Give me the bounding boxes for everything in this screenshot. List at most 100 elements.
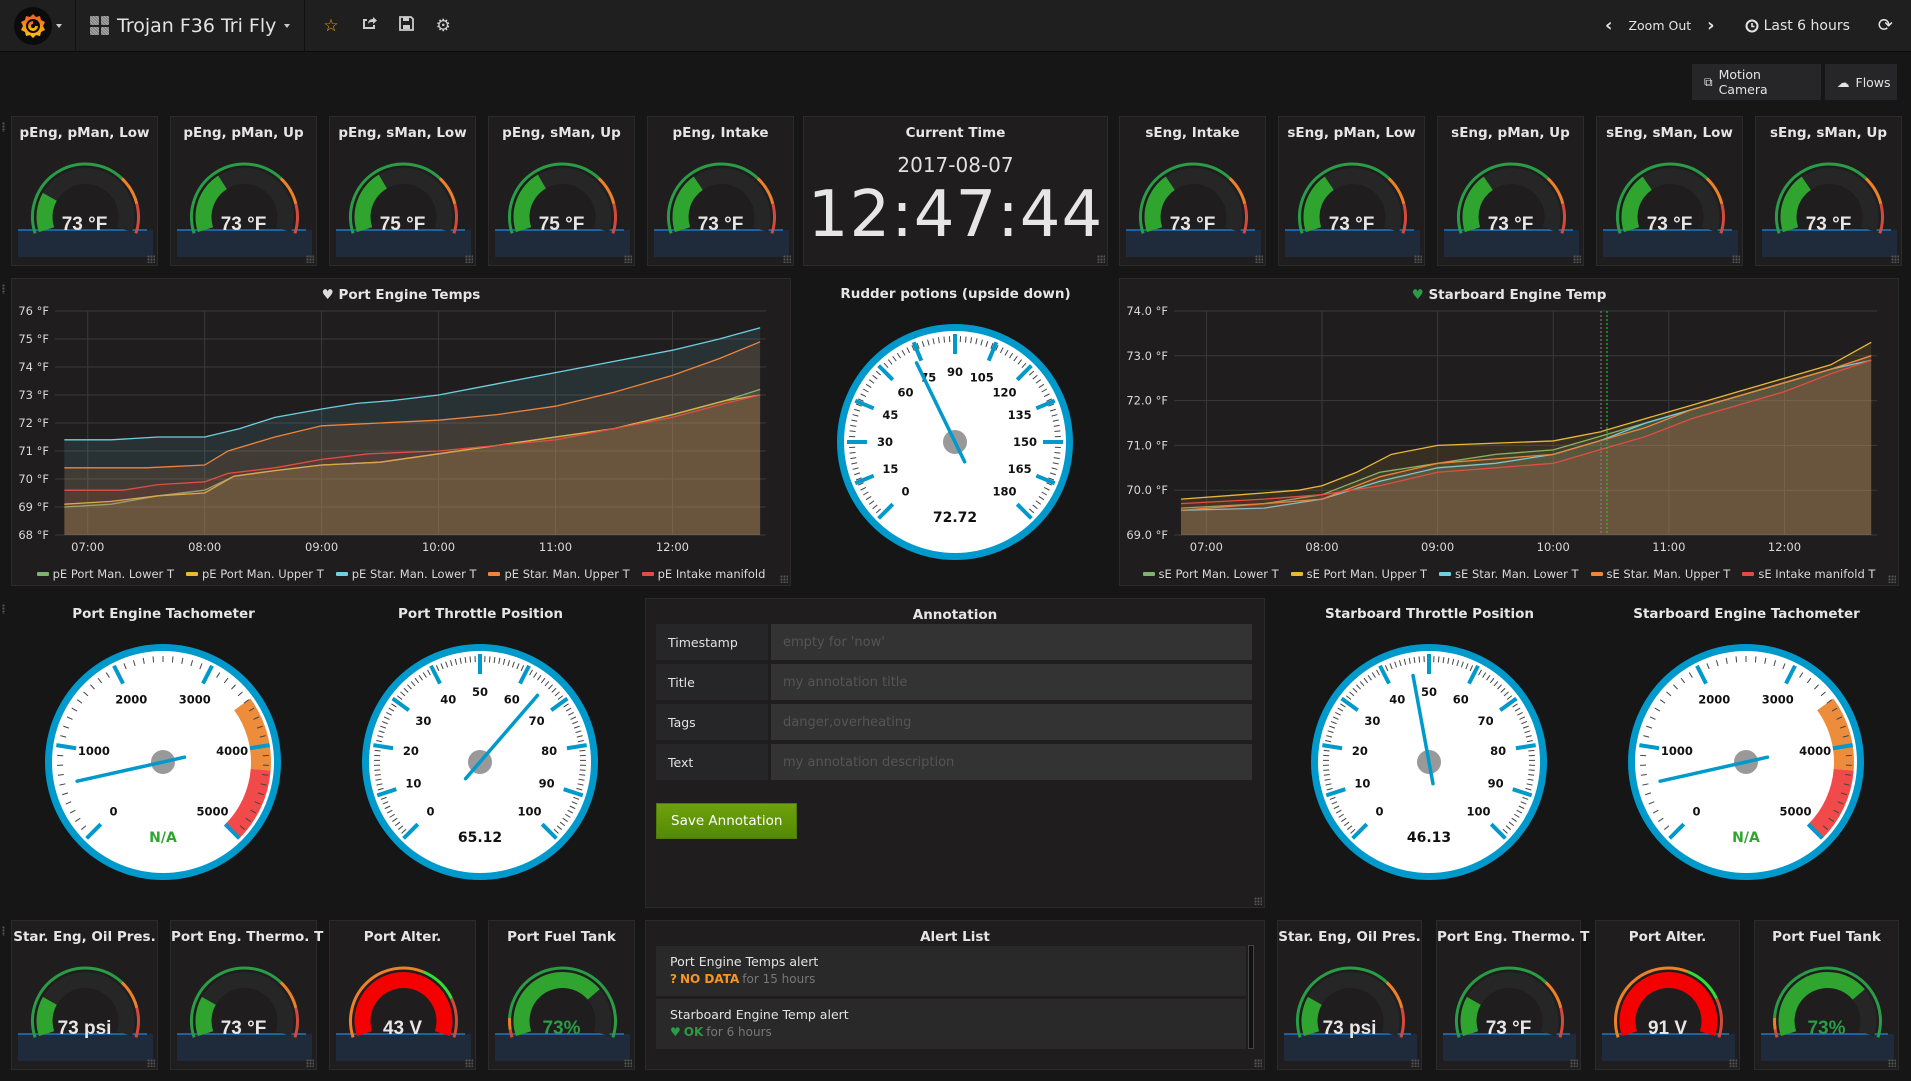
gauge-value: 73 °F xyxy=(61,214,108,235)
gauge-value: 73 °F xyxy=(220,1018,267,1039)
resize-handle[interactable] xyxy=(1888,575,1896,583)
resize-handle[interactable] xyxy=(1255,255,1263,263)
legend-item[interactable]: pE Intake manifold xyxy=(641,567,765,581)
resize-handle[interactable] xyxy=(1891,255,1899,263)
legend-item[interactable]: sE Star. Man. Lower T xyxy=(1439,567,1579,581)
panel-title: pEng, Intake xyxy=(672,125,769,141)
dashboard-title: Trojan F36 Tri Fly xyxy=(117,14,277,37)
gauge-value: 73 °F xyxy=(697,214,744,235)
dial-label: 100 xyxy=(517,804,541,818)
save-annotation-button[interactable]: Save Annotation xyxy=(656,803,798,839)
resize-handle[interactable] xyxy=(147,255,155,263)
resize-handle[interactable] xyxy=(624,1059,632,1067)
time-back-button[interactable]: ‹ xyxy=(1599,15,1618,36)
dial-label: 1000 xyxy=(78,744,110,758)
legend-swatch xyxy=(36,572,49,576)
y-tick-label: 69.0 °F xyxy=(1126,528,1168,542)
minor-tick xyxy=(943,336,946,343)
y-tick-label: 74 °F xyxy=(18,360,49,374)
row-drag-handle[interactable] xyxy=(2,122,5,132)
resize-handle[interactable] xyxy=(306,255,314,263)
scrollbar[interactable] xyxy=(1248,945,1254,1049)
save-icon[interactable] xyxy=(398,15,414,36)
dial-label: 5000 xyxy=(1779,804,1811,818)
panel-title: sEng, pMan, Low xyxy=(1287,125,1416,141)
timestamp-input[interactable] xyxy=(771,624,1252,660)
dial-label: 0 xyxy=(1692,804,1700,818)
row-drag-handle[interactable] xyxy=(2,604,5,614)
dial-label: 105 xyxy=(970,370,994,384)
legend-item[interactable]: sE Intake manifold T xyxy=(1742,567,1875,581)
text-input[interactable] xyxy=(771,744,1252,780)
gauge-value: 43 V xyxy=(382,1018,423,1039)
resize-handle[interactable] xyxy=(1411,1059,1419,1067)
title-input[interactable] xyxy=(771,664,1252,700)
share-icon[interactable] xyxy=(361,15,377,36)
dial-label: 30 xyxy=(415,714,431,728)
row-drag-handle[interactable] xyxy=(2,284,5,294)
resize-handle[interactable] xyxy=(1254,1059,1262,1067)
time-forward-button[interactable]: › xyxy=(1701,15,1720,36)
singlestat-gauge-panel: pEng, sMan, Low 75 °F xyxy=(329,116,476,266)
gear-icon[interactable]: ⚙ xyxy=(436,16,451,36)
resize-handle[interactable] xyxy=(1888,1059,1896,1067)
resize-handle[interactable] xyxy=(465,255,473,263)
alert-item[interactable]: Port Engine Temps alert ? NO DATA for 15… xyxy=(656,946,1246,996)
y-tick-label: 73.0 °F xyxy=(1126,349,1168,363)
resize-handle[interactable] xyxy=(624,255,632,263)
legend-item[interactable]: pE Port Man. Lower T xyxy=(36,567,174,581)
legend-item[interactable]: sE Star. Man. Upper T xyxy=(1590,567,1730,581)
x-tick-label: 07:00 xyxy=(71,540,104,554)
resize-handle[interactable] xyxy=(1570,1059,1578,1067)
legend-swatch xyxy=(1142,572,1155,576)
panel-title: Star. Eng, Oil Pres. xyxy=(1278,929,1421,945)
resize-handle[interactable] xyxy=(1732,255,1740,263)
dashboard-picker[interactable]: Trojan F36 Tri Fly xyxy=(76,0,306,52)
legend-label: sE Port Man. Upper T xyxy=(1306,567,1428,581)
minor-tick xyxy=(488,656,491,663)
row-drag-handle[interactable] xyxy=(2,926,5,936)
link-motion-camera[interactable]: ⧉ Motion Camera xyxy=(1692,64,1821,100)
resize-handle[interactable] xyxy=(1729,1059,1737,1067)
field-label: Title xyxy=(656,664,768,700)
resize-handle[interactable] xyxy=(1097,255,1105,263)
legend-item[interactable]: sE Port Man. Upper T xyxy=(1290,567,1428,581)
resize-handle[interactable] xyxy=(465,1059,473,1067)
resize-handle[interactable] xyxy=(780,575,788,583)
link-flows[interactable]: ☁ Flows xyxy=(1825,64,1897,100)
legend-item[interactable]: pE Port Man. Upper T xyxy=(185,567,324,581)
resize-handle[interactable] xyxy=(783,255,791,263)
dial-label: 40 xyxy=(1389,693,1405,707)
grafana-menu-button[interactable] xyxy=(0,0,76,52)
zoom-out-button[interactable]: Zoom Out xyxy=(1628,18,1691,33)
time-range-picker[interactable]: Last 6 hours xyxy=(1745,18,1850,34)
singlestat-gauge-panel: Port Fuel Tank 73% xyxy=(1754,920,1899,1070)
refresh-icon[interactable]: ⟳ xyxy=(1878,15,1893,36)
resize-handle[interactable] xyxy=(1414,255,1422,263)
dial-label: 135 xyxy=(1008,408,1032,422)
legend-item[interactable]: pE Star. Man. Lower T xyxy=(335,567,476,581)
gauge-value: 73 °F xyxy=(1169,214,1216,235)
legend-item[interactable]: pE Star. Man. Upper T xyxy=(488,567,630,581)
starboard-throttle-gauge: 0 10 20 30 40 50 60 70 80 90 100 46.13 xyxy=(1311,644,1547,880)
resize-handle[interactable] xyxy=(1254,897,1262,905)
star-icon[interactable]: ☆ xyxy=(323,16,338,36)
tags-input[interactable] xyxy=(771,704,1252,740)
field-label: Text xyxy=(656,744,768,780)
dial-label: 30 xyxy=(1364,714,1380,728)
resize-handle[interactable] xyxy=(306,1059,314,1067)
resize-handle[interactable] xyxy=(147,1059,155,1067)
legend-item[interactable]: sE Port Man. Lower T xyxy=(1142,567,1279,581)
gauge-value: 73% xyxy=(542,1018,581,1039)
x-tick-label: 12:00 xyxy=(1768,540,1801,554)
dial-label: 120 xyxy=(992,386,1016,400)
alert-item[interactable]: Starboard Engine Temp alert ♥ OK for 6 h… xyxy=(656,999,1246,1049)
dial-label: 70 xyxy=(1478,714,1494,728)
rudder-panel: Rudder potions (upside down) 0 15 30 45 60 75… xyxy=(803,278,1108,586)
singlestat-gauge-panel: Port Fuel Tank 73% xyxy=(488,920,635,1070)
resize-handle[interactable] xyxy=(1573,255,1581,263)
alert-duration: for 15 hours xyxy=(742,972,816,986)
panel-title: Annotation xyxy=(912,607,998,623)
panel-title: Alert List xyxy=(920,929,990,945)
singlestat-gauge-panel: pEng, Intake 73 °F xyxy=(647,116,794,266)
